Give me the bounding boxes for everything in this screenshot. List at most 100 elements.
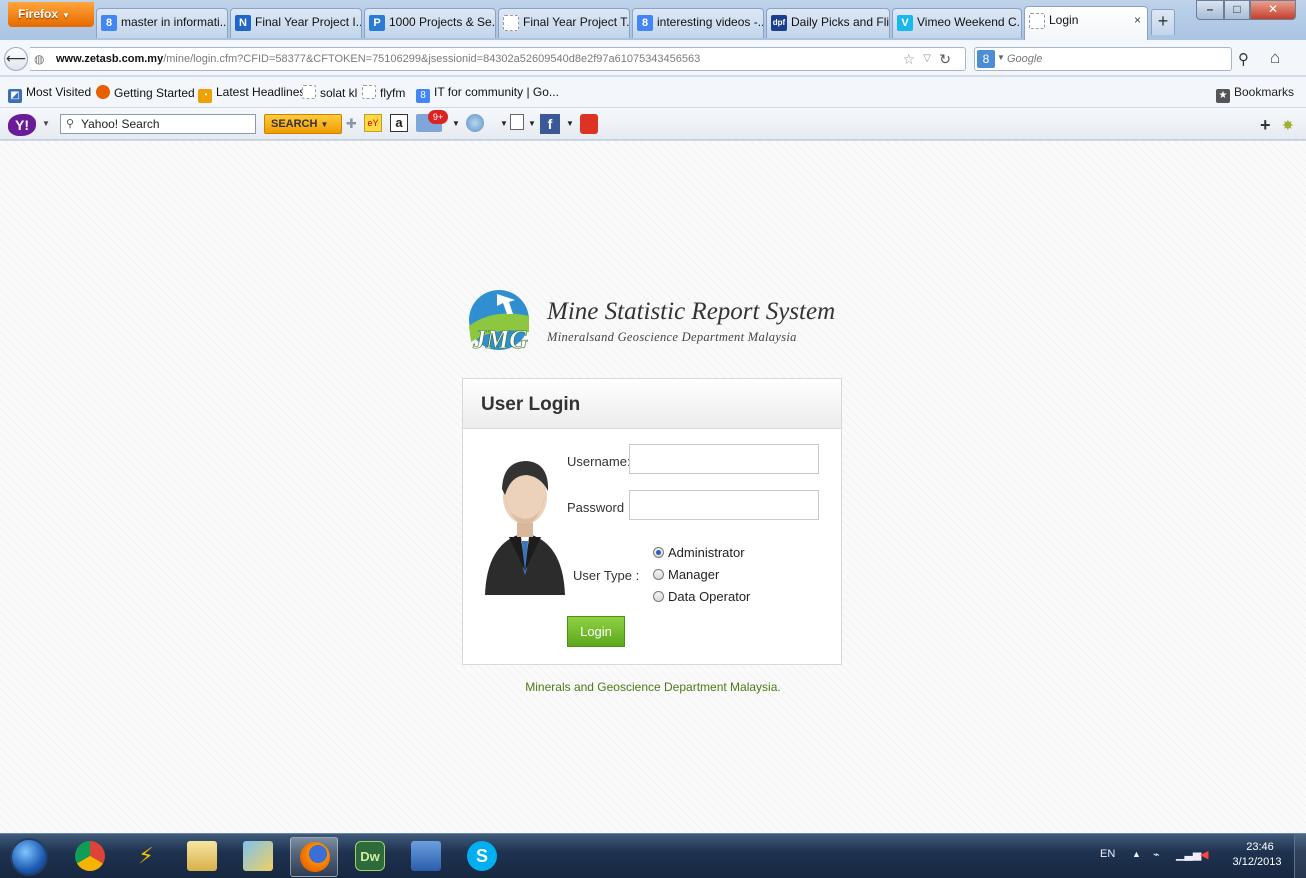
chevron-down-icon[interactable]: ▼	[528, 114, 536, 134]
show-hidden-icons-icon[interactable]: ▲	[1132, 849, 1141, 859]
blank-page-icon	[1029, 13, 1045, 29]
radio-button[interactable]	[653, 569, 664, 580]
bookmark-it-for-community[interactable]: 8 IT for community | Go...	[416, 85, 559, 103]
taskbar-chrome[interactable]	[66, 837, 114, 877]
user-avatar-icon	[485, 461, 565, 595]
new-tab-button[interactable]: +	[1151, 9, 1175, 35]
taskbar-explorer[interactable]	[178, 837, 226, 877]
winamp-icon: ⚡	[138, 843, 154, 868]
jmg-logo-icon: JMG	[469, 290, 529, 354]
bookmark-flyfm[interactable]: flyfm	[362, 85, 405, 100]
tab-vimeo[interactable]: V Vimeo Weekend C...	[892, 8, 1022, 38]
taskbar-winamp[interactable]: ⚡	[122, 837, 170, 877]
tab-final-year-project-1[interactable]: N Final Year Project I...	[230, 8, 362, 38]
close-tab-icon[interactable]: ×	[1134, 13, 1141, 27]
weather-icon[interactable]	[466, 114, 484, 132]
amazon-icon[interactable]: a	[390, 114, 408, 132]
minimize-window-button[interactable]: –	[1196, 0, 1224, 20]
radio-button-checked[interactable]	[653, 547, 664, 558]
taskbar-dreamweaver[interactable]: Dw	[346, 837, 394, 877]
chevron-down-icon: ▼	[62, 11, 70, 20]
tab-label: Final Year Project I...	[255, 15, 362, 29]
back-button[interactable]: ⟵	[4, 47, 28, 71]
taskbar-skype[interactable]: S	[458, 837, 506, 877]
yahoo-search-button[interactable]: SEARCH ▼	[264, 114, 342, 134]
tab-final-year-project-2[interactable]: Final Year Project T...	[498, 8, 630, 38]
google-icon: 8	[637, 15, 653, 31]
search-placeholder: Google	[1007, 53, 1043, 65]
page-content: JMG Mine Statistic Report System Mineral…	[0, 141, 1306, 833]
bookmark-star-icon[interactable]: ☆	[902, 51, 915, 68]
tab-label: Login	[1049, 13, 1079, 27]
site-logo: JMG Mine Statistic Report System Mineral…	[463, 286, 843, 356]
chevron-down-icon[interactable]: ▼	[500, 114, 508, 134]
signal-strength-icon[interactable]: ▁▃▅	[1176, 848, 1201, 861]
youtube-icon[interactable]	[580, 114, 598, 134]
bookmark-solat-kl[interactable]: solat kl	[302, 85, 357, 100]
url-bar[interactable]: ◍ www.zetasb.com.my/mine/login.cfm?CFID=…	[30, 47, 966, 71]
firefox-menu-button[interactable]: Firefox ▼	[8, 2, 94, 27]
username-input[interactable]	[629, 444, 819, 474]
power-icon[interactable]: ⌁	[1153, 848, 1160, 861]
history-dropdown-icon[interactable]: ▽	[923, 53, 931, 64]
most-visited-icon: ◩	[8, 89, 22, 103]
blank-page-icon	[503, 15, 519, 31]
gear-icon[interactable]: ✸	[1282, 117, 1294, 134]
chevron-down-icon[interactable]: ▼	[566, 114, 574, 134]
show-desktop-button[interactable]	[1294, 834, 1306, 878]
chevron-down-icon[interactable]: ▼	[452, 114, 460, 134]
tab-daily-picks[interactable]: dpf Daily Picks and Flic...	[766, 8, 890, 38]
tab-label: Daily Picks and Flic...	[791, 15, 890, 29]
username-label: Username:	[567, 454, 631, 469]
tab-interesting-videos[interactable]: 8 interesting videos -...	[632, 8, 764, 38]
taskbar-firefox[interactable]	[290, 837, 338, 877]
dreamweaver-icon: Dw	[355, 841, 385, 871]
tab-label: 1000 Projects & Se...	[389, 15, 496, 29]
search-bar[interactable]: 8 ▼ Google	[974, 47, 1232, 71]
add-button-icon[interactable]: +	[1260, 115, 1271, 136]
site-identity-icon[interactable]: ◍	[34, 52, 44, 66]
tab-master-informatics[interactable]: 8 master in informati...	[96, 8, 228, 38]
yahoo-search-input[interactable]: Yahoo! Search	[60, 114, 256, 134]
folder-icon	[243, 841, 273, 871]
start-button-icon[interactable]	[10, 838, 48, 876]
bookmark-getting-started[interactable]: Getting Started	[96, 85, 195, 100]
search-icon[interactable]: ⚲	[1238, 50, 1249, 68]
tab-1000-projects[interactable]: P 1000 Projects & Se...	[364, 8, 496, 38]
radio-button[interactable]	[653, 591, 664, 602]
chevron-down-icon[interactable]: ▼	[42, 119, 50, 128]
page-icon[interactable]	[510, 114, 524, 130]
home-icon[interactable]: ⌂	[1270, 48, 1280, 68]
clock-time[interactable]: 23:46	[1236, 841, 1284, 853]
bookmark-latest-headlines[interactable]: ◔ Latest Headlines	[198, 85, 305, 103]
google-icon: 8	[101, 15, 117, 31]
bookmark-most-visited[interactable]: ◩ Most Visited	[8, 85, 91, 103]
volume-muted-icon[interactable]: ◀	[1200, 848, 1208, 861]
google-icon[interactable]: 8	[977, 50, 995, 68]
blank-page-icon	[362, 85, 376, 99]
login-button[interactable]: Login	[567, 616, 625, 647]
taskbar-network[interactable]	[402, 837, 450, 877]
close-window-button[interactable]: ✕	[1250, 0, 1296, 20]
language-indicator[interactable]: EN	[1100, 848, 1115, 860]
clock-date[interactable]: 3/12/2013	[1228, 856, 1286, 868]
reload-icon[interactable]: ↻	[939, 51, 951, 68]
tab-login[interactable]: Login ×	[1024, 6, 1148, 40]
network-icon	[411, 841, 441, 871]
facebook-icon[interactable]: f	[540, 114, 560, 134]
ebay-icon[interactable]: eY	[364, 114, 382, 132]
user-type-data-operator-option[interactable]: Data Operator	[653, 589, 750, 604]
chevron-down-icon[interactable]: ▼	[997, 53, 1005, 62]
firefox-icon	[300, 842, 330, 872]
rss-icon: ◔	[198, 89, 212, 103]
user-type-manager-option[interactable]: Manager	[653, 567, 719, 582]
user-type-administrator-option[interactable]: Administrator	[653, 545, 745, 560]
taskbar-folder[interactable]	[234, 837, 282, 877]
blank-page-icon	[302, 85, 316, 99]
maximize-window-button[interactable]: □	[1224, 0, 1250, 20]
bookmark-label: IT for community | Go...	[434, 85, 559, 99]
bookmarks-menu[interactable]: ★ Bookmarks	[1216, 85, 1294, 103]
yahoo-logo-icon[interactable]: Y!	[8, 114, 36, 136]
google-icon: 8	[416, 89, 430, 103]
password-input[interactable]	[629, 490, 819, 520]
